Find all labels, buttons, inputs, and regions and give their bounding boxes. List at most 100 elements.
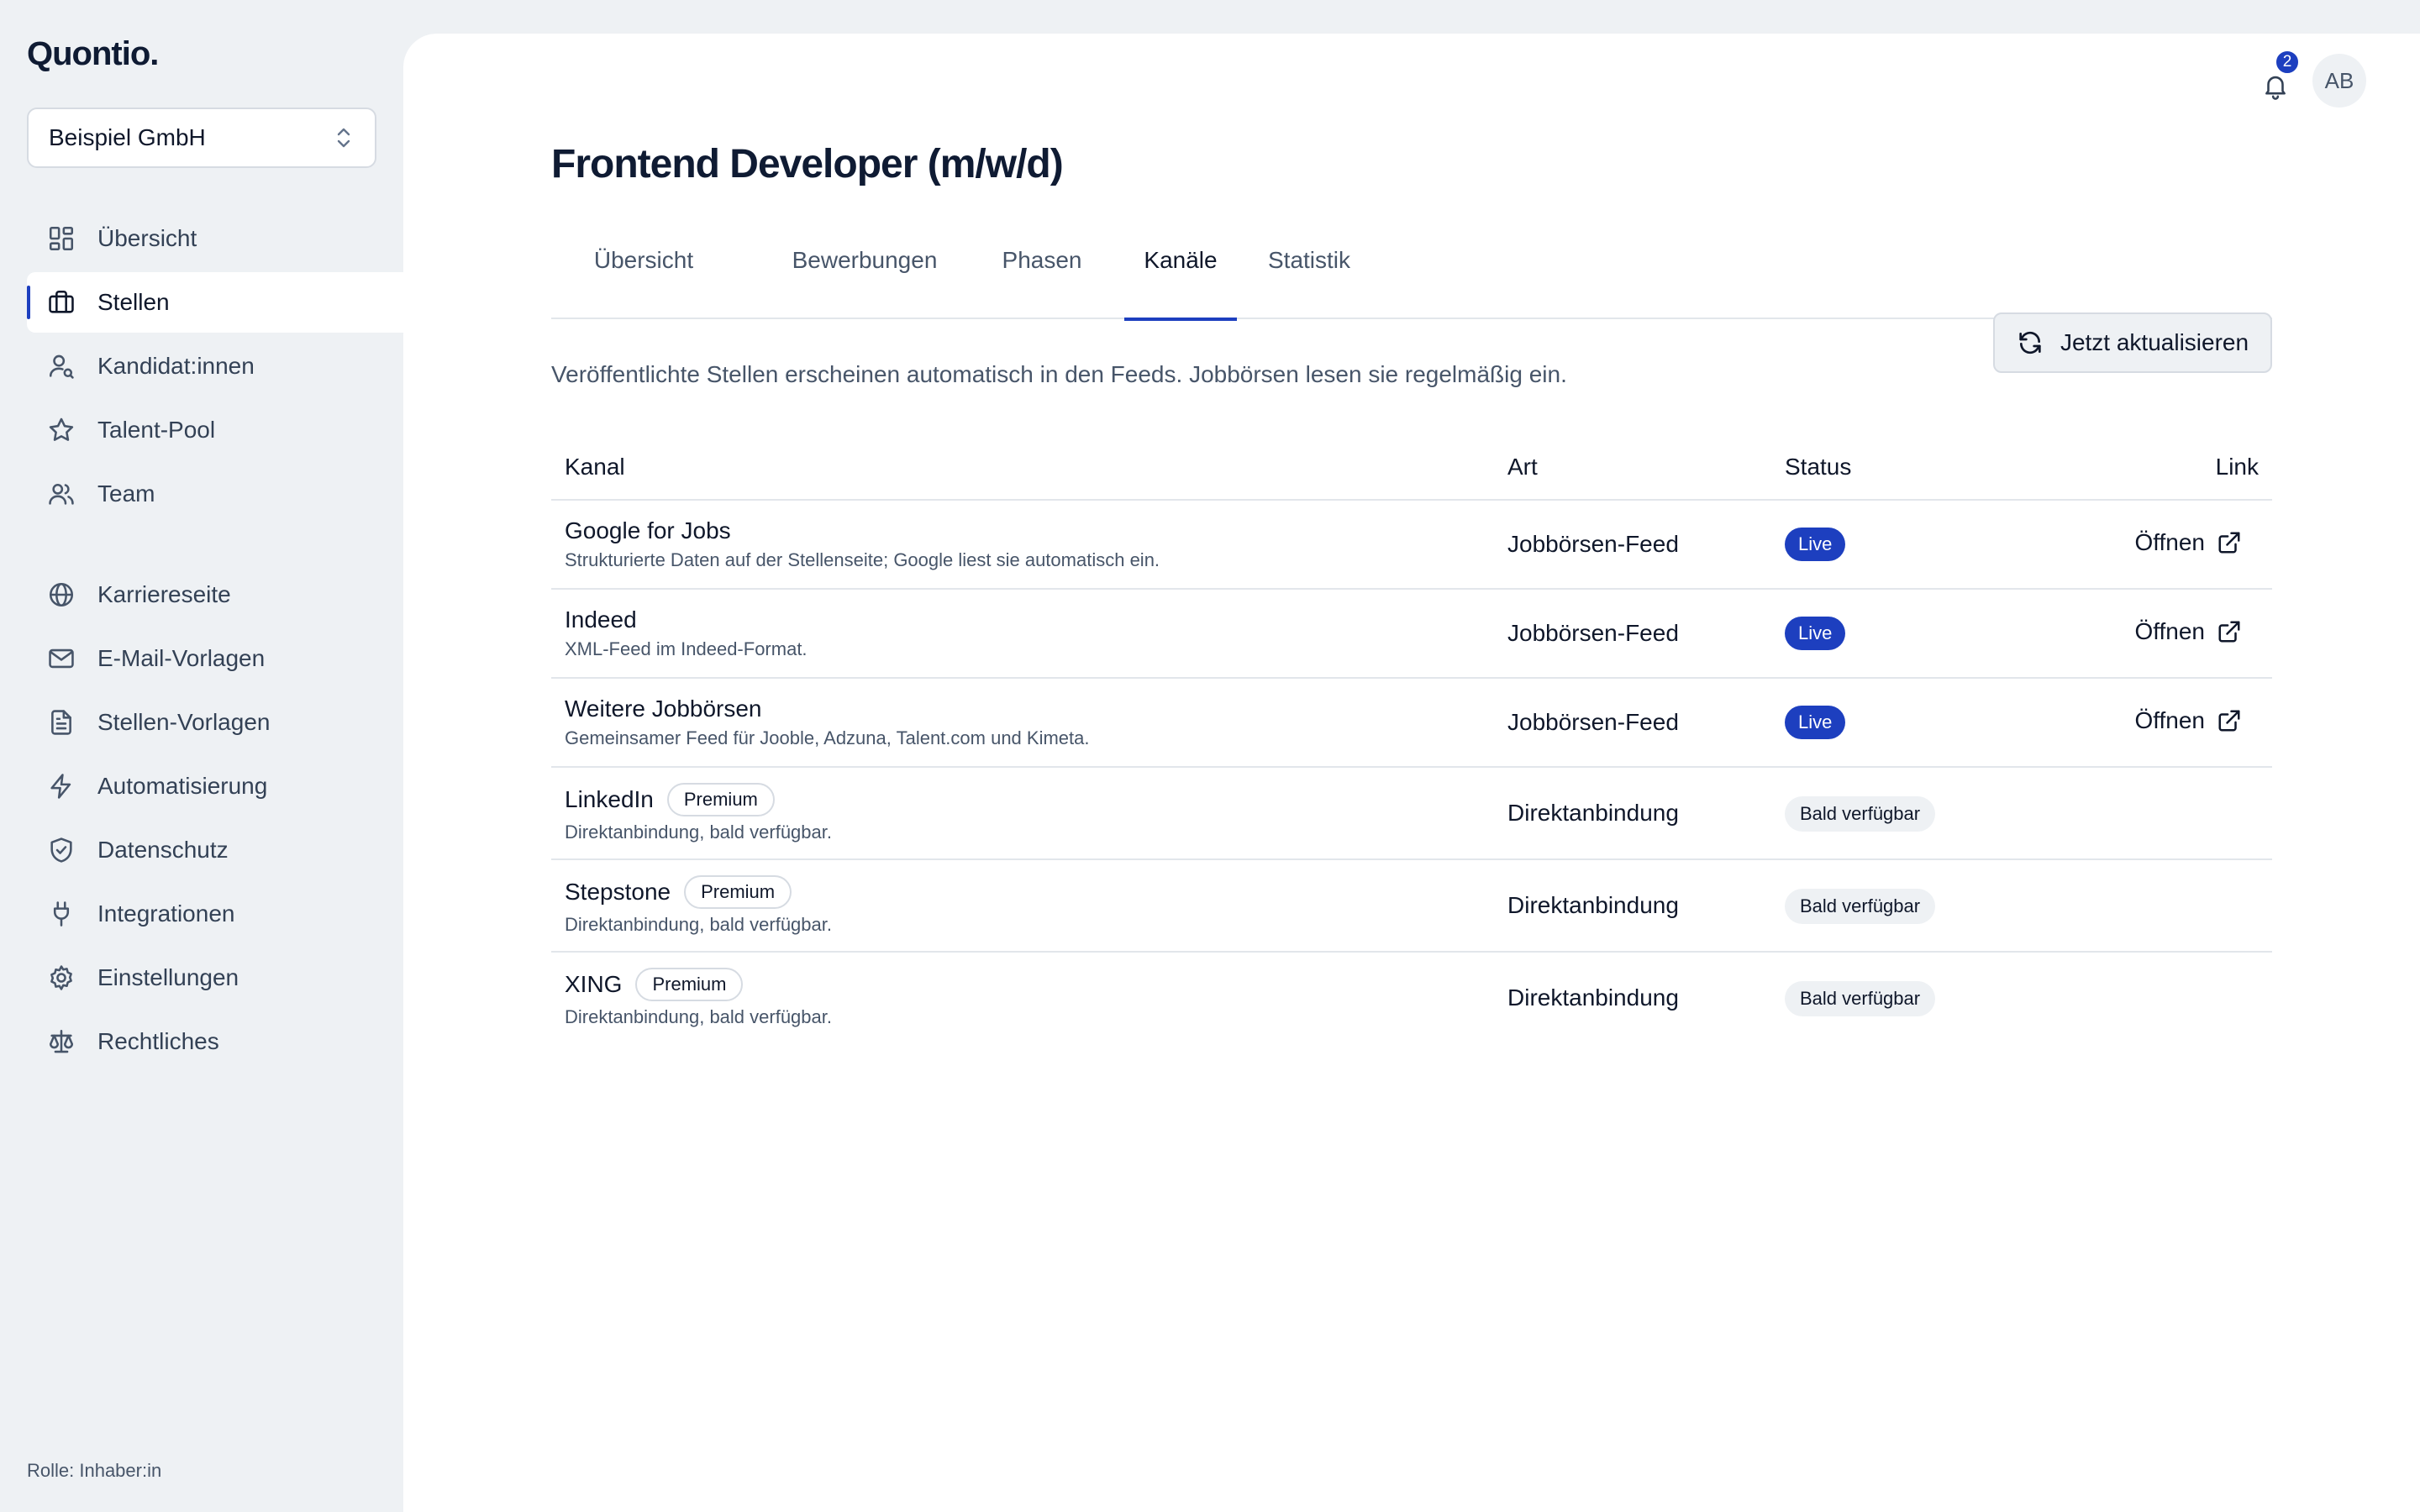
sidebar-item-legal[interactable]: Rechtliches (27, 1011, 403, 1072)
status-badge: Bald verfügbar (1785, 796, 1936, 832)
sidebar-item-job-templates[interactable]: Stellen-Vorlagen (27, 692, 403, 753)
external-link-icon (2217, 619, 2242, 644)
channels-info-text: Veröffentlichte Stellen erscheinen autom… (551, 361, 1567, 387)
tab-bar: Übersicht Bewerbungen Phasen Kanäle Stat… (551, 235, 2272, 321)
user-role-label: Rolle: Inhaber:in (27, 1460, 162, 1481)
sidebar-item-jobs[interactable]: Stellen (27, 272, 403, 333)
channel-description: Gemeinsamer Feed für Jooble, Adzuna, Tal… (565, 727, 1090, 748)
refresh-icon (2017, 329, 2044, 356)
sidebar-item-email-templates[interactable]: E-Mail-Vorlagen (27, 628, 403, 689)
sidebar-item-label: Übersicht (97, 225, 197, 251)
channel-type: Direktanbindung (1507, 800, 1679, 826)
refresh-button-label: Jetzt aktualisieren (2060, 329, 2249, 355)
tab-applications[interactable]: Bewerbungen (786, 235, 943, 319)
status-badge: Live (1785, 706, 1846, 739)
sidebar-item-settings[interactable]: Einstellungen (27, 948, 403, 1008)
channel-cell: LinkedIn Premium Direktanbindung, bald v… (565, 783, 832, 843)
external-link-icon (2217, 708, 2242, 733)
sidebar-item-talent-pool[interactable]: Talent-Pool (27, 400, 403, 460)
channel-description: Direktanbindung, bald verfügbar. (565, 822, 832, 843)
status-badge: Live (1785, 617, 1846, 650)
org-switcher[interactable]: Beispiel GmbH (27, 108, 376, 168)
channel-cell: Stepstone Premium Direktanbindung, bald … (565, 875, 832, 936)
file-text-icon (47, 708, 76, 737)
channel-name: Google for Jobs (565, 517, 731, 543)
table-row: XING Premium Direktanbindung, bald verfü… (551, 953, 2272, 1045)
open-link-label: Öffnen (2134, 529, 2205, 555)
sidebar-item-overview[interactable]: Übersicht (27, 208, 403, 269)
channel-description: XML-Feed im Indeed-Format. (565, 638, 808, 659)
shield-check-icon (47, 836, 76, 864)
column-header-channel: Kanal (565, 454, 625, 480)
open-link-label: Öffnen (2134, 707, 2205, 733)
sidebar-item-label: Automatisierung (97, 773, 268, 799)
tab-phases[interactable]: Phasen (1000, 235, 1084, 319)
status-badge: Bald verfügbar (1785, 981, 1936, 1016)
mail-icon (47, 644, 76, 673)
sidebar-item-career-site[interactable]: Karriereseite (27, 564, 403, 625)
open-link[interactable]: Öffnen (2134, 618, 2242, 645)
sidebar-item-label: Team (97, 480, 155, 507)
users-icon (47, 480, 76, 508)
sidebar-item-label: Stellen (97, 289, 170, 315)
channel-cell: Indeed XML-Feed im Indeed-Format. (565, 606, 808, 660)
table-row: Google for Jobs Strukturierte Daten auf … (551, 501, 2272, 590)
sidebar-item-candidates[interactable]: Kandidat:innen (27, 336, 403, 396)
app-logo[interactable]: Quontio. (27, 35, 159, 73)
org-name: Beispiel GmbH (49, 124, 206, 150)
channel-name: Weitere Jobbörsen (565, 696, 762, 722)
chevron-up-down-icon (334, 125, 353, 150)
main-panel: 2 AB Frontend Developer (m/w/d) Übersich… (403, 34, 2420, 1512)
channel-cell: XING Premium Direktanbindung, bald verfü… (565, 968, 832, 1028)
channel-name: Stepstone (565, 879, 671, 905)
scale-icon (47, 1027, 76, 1056)
sidebar-item-automation[interactable]: Automatisierung (27, 756, 403, 816)
briefcase-icon (47, 288, 76, 317)
channel-type: Jobbörsen-Feed (1507, 620, 1679, 646)
channel-name-wrap: Stepstone Premium (565, 875, 832, 909)
premium-badge: Premium (635, 968, 744, 1001)
notification-count-badge: 2 (2274, 49, 2301, 76)
status-badge: Live (1785, 528, 1846, 561)
open-link[interactable]: Öffnen (2134, 529, 2242, 556)
table-row: LinkedIn Premium Direktanbindung, bald v… (551, 768, 2272, 860)
channel-description: Strukturierte Daten auf der Stellenseite… (565, 549, 1160, 570)
star-icon (47, 416, 76, 444)
channel-name-wrap: LinkedIn Premium (565, 783, 832, 816)
sidebar-item-label: Datenschutz (97, 837, 229, 863)
refresh-button[interactable]: Jetzt aktualisieren (1993, 312, 2272, 373)
tab-statistics[interactable]: Statistik (1259, 235, 1360, 319)
premium-badge: Premium (684, 875, 792, 909)
sidebar-item-label: Kandidat:innen (97, 353, 255, 379)
premium-badge: Premium (666, 783, 775, 816)
channel-cell: Google for Jobs Strukturierte Daten auf … (565, 517, 1160, 571)
table-row: Weitere Jobbörsen Gemeinsamer Feed für J… (551, 679, 2272, 768)
sidebar-item-label: Rechtliches (97, 1028, 219, 1054)
plug-icon (47, 900, 76, 928)
sidebar-item-team[interactable]: Team (27, 464, 403, 524)
channel-name: XING (565, 971, 623, 997)
tab-channels[interactable]: Kanäle (1124, 235, 1237, 321)
globe-icon (47, 580, 76, 609)
page-title: Frontend Developer (m/w/d) (551, 142, 1064, 186)
table-header: Kanal Art Status Link (551, 433, 2272, 501)
column-header-status: Status (1785, 454, 1852, 480)
lightning-icon (47, 772, 76, 801)
tab-overview[interactable]: Übersicht (571, 235, 716, 319)
channel-name: LinkedIn (565, 786, 654, 812)
table-row: Stepstone Premium Direktanbindung, bald … (551, 860, 2272, 953)
external-link-icon (2217, 530, 2242, 555)
sidebar-item-label: Talent-Pool (97, 417, 216, 443)
table-row: Indeed XML-Feed im Indeed-Format. Jobbör… (551, 590, 2272, 679)
sidebar-item-label: Einstellungen (97, 964, 239, 990)
channel-type: Direktanbindung (1507, 892, 1679, 918)
channel-cell: Weitere Jobbörsen Gemeinsamer Feed für J… (565, 696, 1090, 749)
column-header-type: Art (1507, 454, 1538, 480)
status-badge: Bald verfügbar (1785, 889, 1936, 924)
sidebar-item-label: Stellen-Vorlagen (97, 709, 271, 735)
user-avatar[interactable]: AB (2312, 54, 2366, 108)
open-link[interactable]: Öffnen (2134, 707, 2242, 734)
sidebar-item-integrations[interactable]: Integrationen (27, 884, 403, 944)
channel-description: Direktanbindung, bald verfügbar. (565, 1006, 832, 1027)
sidebar-item-privacy[interactable]: Datenschutz (27, 820, 403, 880)
